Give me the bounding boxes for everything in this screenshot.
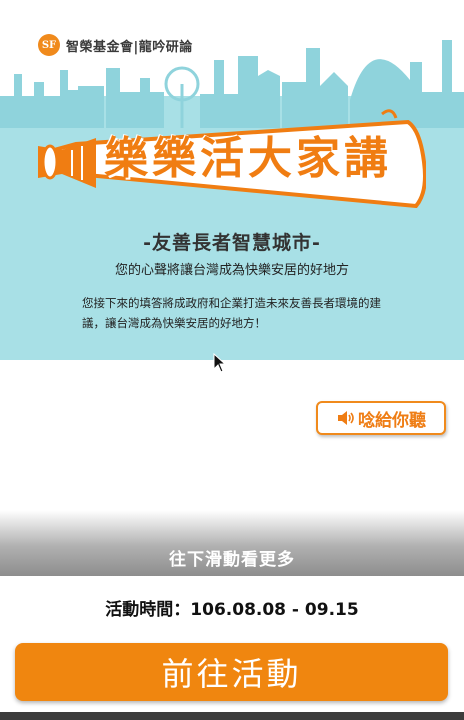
- description: 您接下來的填答將成政府和企業打造未來友善長者環境的建議，讓台灣成為快樂安居的好地…: [82, 296, 381, 330]
- tagline: 您的心聲將讓台灣成為快樂安居的好地方: [114, 263, 349, 278]
- banner-title: 樂樂活大家講: [104, 133, 392, 184]
- org-name: 智榮基金會|龍吟研論: [66, 39, 193, 55]
- read-aloud-button[interactable]: 唸給你聽: [316, 401, 446, 435]
- scroll-hint: 往下滑動看更多: [169, 550, 295, 570]
- hero-section: SF 智榮基金會|龍吟研論 樂樂活大家講 -友善長者智慧城市- 您的心聲將讓台灣…: [0, 0, 464, 360]
- read-aloud-label: 唸給你聽: [358, 410, 426, 431]
- bottom-edge-bar: [0, 712, 464, 720]
- page-subtitle: -友善長者智慧城市-: [143, 232, 321, 254]
- mouse-cursor-icon: [213, 353, 227, 373]
- go-to-event-button[interactable]: 前往活動: [15, 643, 448, 701]
- event-time: 活動時間：106.08.08 - 09.15: [105, 600, 359, 620]
- speaker-icon: [338, 411, 354, 425]
- org-logo: SF 智榮基金會|龍吟研論: [38, 34, 193, 56]
- sf-logo-icon: SF: [38, 34, 60, 56]
